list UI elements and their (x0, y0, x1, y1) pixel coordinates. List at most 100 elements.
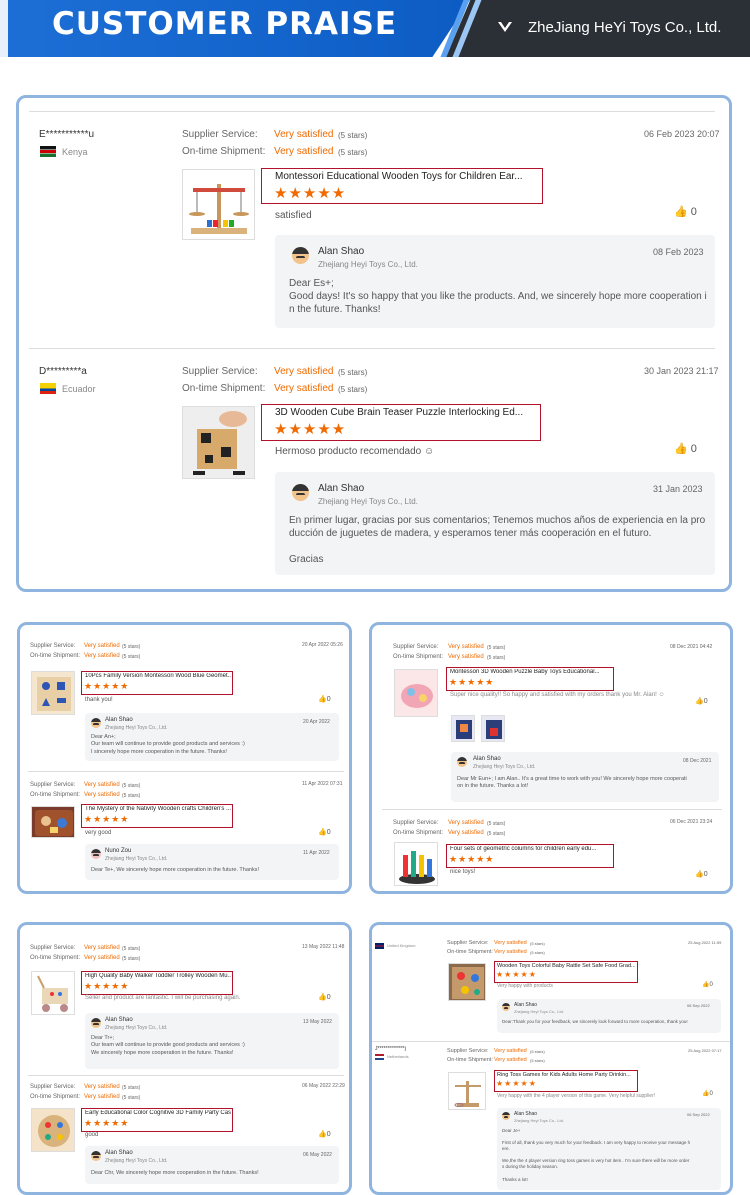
like-count: 0 (690, 206, 697, 218)
reply-company: Zhejiang Heyi Toys Co., Ltd. (514, 1009, 564, 1014)
review-item: Supplier Service: Very satisfied (5 star… (28, 633, 344, 773)
supplier-service-rating: Very satisfied (274, 366, 334, 377)
reply-author: Alan Shao (105, 1017, 133, 1023)
animal-puzzle-image (401, 684, 433, 708)
reviewer-country: United Kingdom (387, 943, 416, 948)
product-thumbnail[interactable] (31, 806, 75, 838)
product-thumbnail[interactable] (394, 669, 438, 717)
review-comment: satisfied (275, 210, 312, 221)
supplier-service-label: Supplier Service: (30, 1084, 76, 1090)
shipment-label: On-time Shipment: (30, 792, 81, 798)
product-thumbnail[interactable] (182, 406, 255, 479)
review-item: D*********a Ecuador Supplier Service: Ve… (29, 348, 719, 588)
rating-stars: ★★★★★ (84, 981, 130, 991)
product-thumbnail[interactable] (448, 1072, 486, 1110)
shipment-label: On-time Shipment: (447, 949, 493, 955)
like-button[interactable]: 👍0 (702, 981, 713, 988)
product-thumbnail[interactable] (31, 671, 75, 715)
supplier-service-stars: (5 stars) (530, 941, 545, 946)
reply-date: 31 Jan 2023 (653, 484, 703, 494)
like-button[interactable]: 👍0 (702, 1090, 713, 1097)
avatar (292, 247, 309, 264)
product-title-link[interactable]: Montessori 3D Wooden Puzzle Baby Toys Ed… (450, 669, 610, 675)
supplier-service-stars: (5 stars) (487, 645, 506, 651)
reply-date: 08 Dec 2021 (683, 758, 712, 764)
supplier-service-stars: (5 stars) (122, 783, 141, 789)
product-title-link[interactable]: High Quality Baby Walker Toddler Trolley… (85, 973, 231, 979)
review-photo[interactable] (481, 715, 505, 742)
product-title-link[interactable]: Early Educational Color Cognitive 3D Fam… (85, 1110, 231, 1116)
like-count: 0 (326, 829, 331, 836)
rating-stars: ★★★★★ (496, 1079, 537, 1088)
like-count: 0 (326, 1131, 331, 1138)
review-photo[interactable] (451, 715, 475, 742)
product-thumbnail[interactable] (182, 169, 255, 240)
review-date: 06 May 2022 22:29 (302, 1083, 345, 1089)
shipment-stars: (5 stars) (122, 956, 141, 962)
shipment-stars: (5 stars) (122, 1095, 141, 1101)
reply-date: 06 Sep 2022 (687, 1003, 710, 1008)
shipment-stars: (5 stars) (530, 1058, 545, 1063)
rating-stars: ★★★★★ (84, 1118, 130, 1128)
rating-stars: ★★★★★ (274, 421, 347, 438)
product-title-link[interactable]: Ring Toss Games for Kids Adults Home Par… (497, 1072, 635, 1078)
product-title-link[interactable]: 3D Wooden Cube Brain Teaser Puzzle Inter… (275, 407, 535, 418)
like-button[interactable]: 👍 0 (674, 442, 697, 455)
review-item: Supplier Service: Very satisfied (5 star… (28, 935, 344, 1075)
shipment-rating: Very satisfied (84, 1094, 120, 1100)
reply-author: Alan Shao (514, 1002, 538, 1008)
seller-reply: Alan Shao Zhejiang Heyi Toys Co., Ltd. 0… (451, 752, 719, 802)
product-thumbnail[interactable] (448, 963, 486, 1001)
review-date: 13 May 2022 11:48 (302, 944, 345, 950)
like-button[interactable]: 👍0 (695, 697, 708, 705)
like-button[interactable]: 👍0 (318, 993, 331, 1001)
shipment-stars: (5 stars) (122, 654, 141, 660)
thumbs-up-icon: 👍 (318, 829, 327, 836)
supplier-service-rating: Very satisfied (494, 1048, 527, 1054)
review-item: E***********u Kenya Supplier Service: Ve… (29, 111, 720, 351)
product-title-link[interactable]: 10Pcs Family Version Montessori Wood Blu… (85, 673, 231, 679)
review-item: Supplier Service: Very satisfied (5 star… (382, 809, 722, 891)
supplier-service-label: Supplier Service: (182, 129, 258, 140)
like-count: 0 (326, 994, 331, 1001)
product-title-link[interactable]: The Mystery of the Nativity Wooden craft… (85, 806, 231, 812)
review-comment: good (85, 1132, 99, 1138)
like-button[interactable]: 👍0 (318, 1130, 331, 1138)
shipment-label: On-time Shipment: (182, 383, 266, 394)
product-title-link[interactable]: Wooden Toys Colorful Baby Rattle Set Saf… (497, 963, 635, 969)
product-title-link[interactable]: Montessori Educational Wooden Toys for C… (275, 171, 537, 182)
rating-stars: ★★★★★ (274, 185, 347, 202)
review-item: Supplier Service: Very satisfied (5 star… (28, 771, 344, 891)
supplier-service-stars: (5 stars) (338, 368, 368, 377)
supplier-service-stars: (5 stars) (122, 1085, 141, 1091)
supplier-service-label: Supplier Service: (393, 644, 439, 650)
review-comment: Hermoso producto recomendado ☺ (275, 446, 435, 457)
like-button[interactable]: 👍0 (318, 695, 331, 703)
shipment-stars: (5 stars) (487, 831, 506, 837)
product-title-link[interactable]: Four sets of geometric columns for child… (450, 846, 610, 852)
thumbs-up-icon: 👍 (695, 698, 704, 705)
review-panel-4: Supplier Service: Very satisfied (5 star… (17, 922, 352, 1195)
rating-stars: ★★★★★ (84, 814, 130, 824)
like-button[interactable]: 👍 0 (674, 205, 697, 218)
product-thumbnail[interactable] (31, 971, 75, 1015)
like-button[interactable]: 👍0 (695, 870, 708, 878)
shipment-stars: (5 stars) (530, 950, 545, 955)
reply-company: Zhejiang Heyi Toys Co., Ltd. (514, 1118, 564, 1123)
product-thumbnail[interactable] (31, 1108, 75, 1152)
like-button[interactable]: 👍0 (318, 828, 331, 836)
reply-text: Dear Es+; Good days! It's so happy that … (289, 278, 707, 315)
thumbs-up-icon: 👍 (674, 206, 688, 218)
like-count: 0 (709, 1091, 713, 1097)
product-thumbnail[interactable] (394, 842, 438, 886)
reply-author: Alan Shao (318, 246, 365, 257)
rating-stars: ★★★★★ (496, 970, 537, 979)
shipment-label: On-time Shipment: (393, 654, 444, 660)
shipment-rating: Very satisfied (448, 654, 484, 660)
chevron-down-icon (498, 22, 512, 32)
flag-uk-icon (375, 943, 384, 949)
shipment-rating: Very satisfied (274, 146, 334, 157)
like-count: 0 (703, 871, 708, 878)
supplier-service-label: Supplier Service: (447, 940, 489, 946)
reviewer-country: Ecuador (62, 384, 96, 394)
